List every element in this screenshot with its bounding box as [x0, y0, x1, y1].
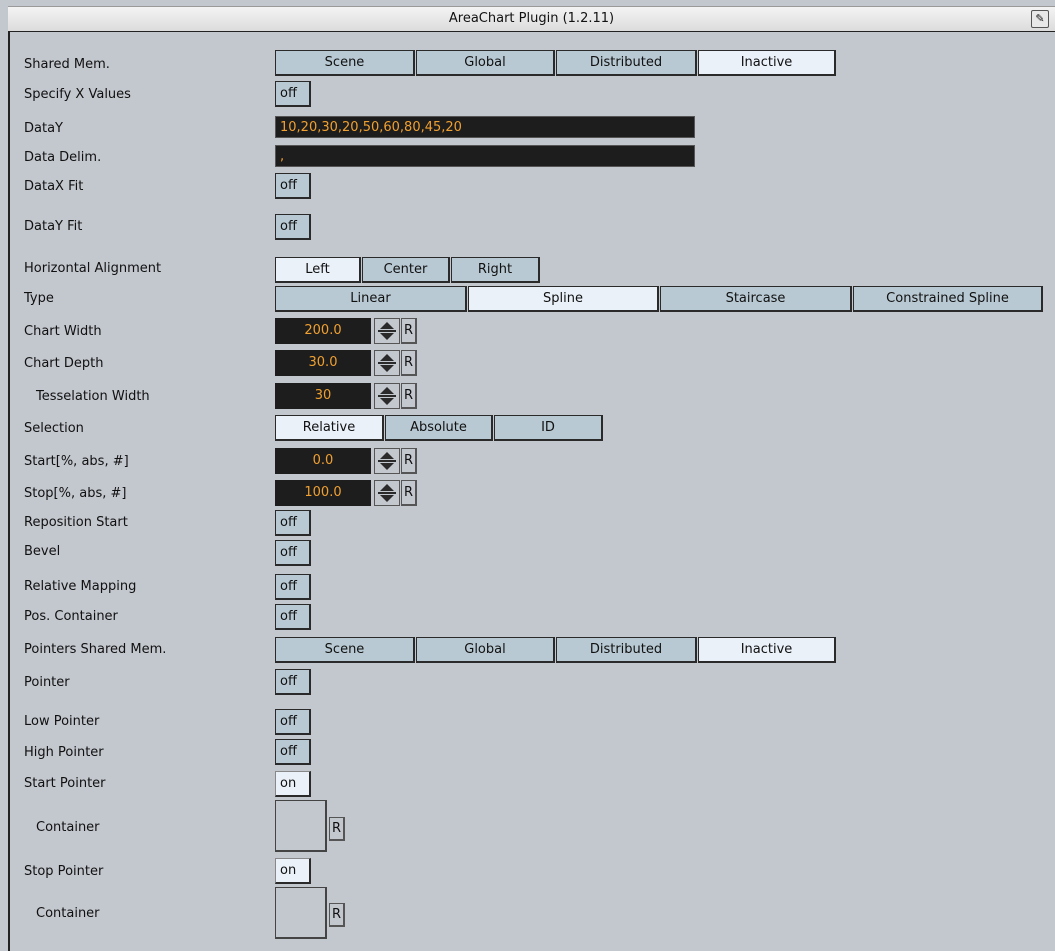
pointers-shared-mem-global-button[interactable]: Global — [416, 637, 555, 663]
bevel-toggle[interactable]: off — [275, 540, 311, 566]
tesselation-width-label: Tesselation Width — [36, 389, 150, 404]
selection-id-button[interactable]: ID — [494, 415, 603, 441]
pos-container-label: Pos. Container — [24, 609, 118, 624]
high-pointer-label: High Pointer — [24, 745, 104, 760]
pointers-shared-mem-distributed-button[interactable]: Distributed — [556, 637, 697, 663]
stop-pointer-label: Stop Pointer — [24, 864, 104, 879]
selection-label: Selection — [24, 421, 84, 436]
tesselation-width-reset-button[interactable]: R — [401, 383, 417, 409]
start-reset-button[interactable]: R — [401, 448, 417, 474]
tesselation-width-input[interactable]: 30 — [275, 383, 371, 409]
pointer-label: Pointer — [24, 675, 70, 690]
shared-mem-global-button[interactable]: Global — [416, 50, 555, 76]
data-delim-label: Data Delim. — [24, 150, 102, 165]
relative-mapping-toggle[interactable]: off — [275, 574, 311, 600]
shared-mem-scene-button[interactable]: Scene — [275, 50, 415, 76]
type-staircase-button[interactable]: Staircase — [660, 286, 852, 312]
stop-container-reset-button[interactable]: R — [329, 903, 345, 927]
start-pointer-toggle[interactable]: on — [275, 771, 311, 797]
stop-container-drop-target[interactable] — [275, 887, 327, 939]
chart-depth-input[interactable]: 30.0 — [275, 350, 371, 376]
datay-fit-toggle[interactable]: off — [275, 214, 311, 240]
plugin-help-icon[interactable]: ✎ — [1031, 10, 1049, 28]
start-container-reset-button[interactable]: R — [329, 817, 345, 841]
stop-reset-button[interactable]: R — [401, 480, 417, 506]
selection-relative-button[interactable]: Relative — [275, 415, 384, 441]
datax-fit-toggle[interactable]: off — [275, 173, 311, 199]
tesselation-width-spinner[interactable] — [374, 383, 400, 409]
data-y-label: DataY — [24, 121, 63, 136]
high-pointer-toggle[interactable]: off — [275, 739, 311, 765]
pointer-toggle[interactable]: off — [275, 669, 311, 695]
start-container-drop-target[interactable] — [275, 800, 327, 852]
stop-label: Stop[%, abs, #] — [24, 486, 127, 501]
shared-mem-label: Shared Mem. — [24, 57, 110, 72]
type-constrained-spline-button[interactable]: Constrained Spline — [853, 286, 1043, 312]
type-linear-button[interactable]: Linear — [275, 286, 467, 312]
chart-depth-spinner[interactable] — [374, 350, 400, 376]
start-pointer-label: Start Pointer — [24, 776, 106, 791]
specify-x-toggle[interactable]: off — [275, 81, 311, 107]
pointers-shared-mem-scene-button[interactable]: Scene — [275, 637, 415, 663]
stop-container-label: Container — [36, 906, 100, 921]
align-right-button[interactable]: Right — [451, 257, 540, 283]
start-container-label: Container — [36, 820, 100, 835]
type-label: Type — [24, 291, 54, 306]
align-center-button[interactable]: Center — [362, 257, 450, 283]
horizontal-alignment-label: Horizontal Alignment — [24, 261, 162, 276]
relative-mapping-label: Relative Mapping — [24, 579, 137, 594]
chart-width-label: Chart Width — [24, 324, 102, 339]
data-delim-input[interactable]: , — [275, 145, 695, 167]
datay-fit-label: DataY Fit — [24, 219, 83, 234]
specify-x-label: Specify X Values — [24, 87, 131, 102]
pointers-shared-mem-inactive-button[interactable]: Inactive — [698, 637, 836, 663]
selection-selector: Relative Absolute ID — [275, 415, 604, 441]
plugin-editor-panel — [8, 32, 1055, 951]
chart-width-input[interactable]: 200.0 — [275, 318, 371, 344]
datax-fit-label: DataX Fit — [24, 179, 84, 194]
chart-depth-reset-button[interactable]: R — [401, 350, 417, 376]
reposition-start-label: Reposition Start — [24, 515, 128, 530]
horizontal-alignment-selector: Left Center Right — [275, 257, 541, 283]
plugin-title-bar: AreaChart Plugin (1.2.11) ✎ — [8, 6, 1055, 32]
reposition-start-toggle[interactable]: off — [275, 510, 311, 536]
shared-mem-inactive-button[interactable]: Inactive — [698, 50, 836, 76]
chart-depth-label: Chart Depth — [24, 356, 104, 371]
selection-absolute-button[interactable]: Absolute — [385, 415, 493, 441]
pointers-shared-mem-label: Pointers Shared Mem. — [24, 642, 167, 657]
plugin-title: AreaChart Plugin (1.2.11) — [448, 11, 615, 26]
low-pointer-label: Low Pointer — [24, 714, 100, 729]
type-selector: Linear Spline Staircase Constrained Spli… — [275, 286, 1044, 312]
chart-width-reset-button[interactable]: R — [401, 318, 417, 344]
shared-mem-selector: Scene Global Distributed Inactive — [275, 50, 837, 76]
stop-spinner[interactable] — [374, 480, 400, 506]
pos-container-toggle[interactable]: off — [275, 604, 311, 630]
data-y-input[interactable]: 10,20,30,20,50,60,80,45,20 — [275, 116, 695, 138]
start-label: Start[%, abs, #] — [24, 454, 129, 469]
start-input[interactable]: 0.0 — [275, 448, 371, 474]
pointers-shared-mem-selector: Scene Global Distributed Inactive — [275, 637, 837, 663]
stop-input[interactable]: 100.0 — [275, 480, 371, 506]
type-spline-button[interactable]: Spline — [468, 286, 659, 312]
low-pointer-toggle[interactable]: off — [275, 709, 311, 735]
chart-width-spinner[interactable] — [374, 318, 400, 344]
align-left-button[interactable]: Left — [275, 257, 361, 283]
start-spinner[interactable] — [374, 448, 400, 474]
stop-pointer-toggle[interactable]: on — [275, 858, 311, 884]
shared-mem-distributed-button[interactable]: Distributed — [556, 50, 697, 76]
bevel-label: Bevel — [24, 544, 61, 559]
